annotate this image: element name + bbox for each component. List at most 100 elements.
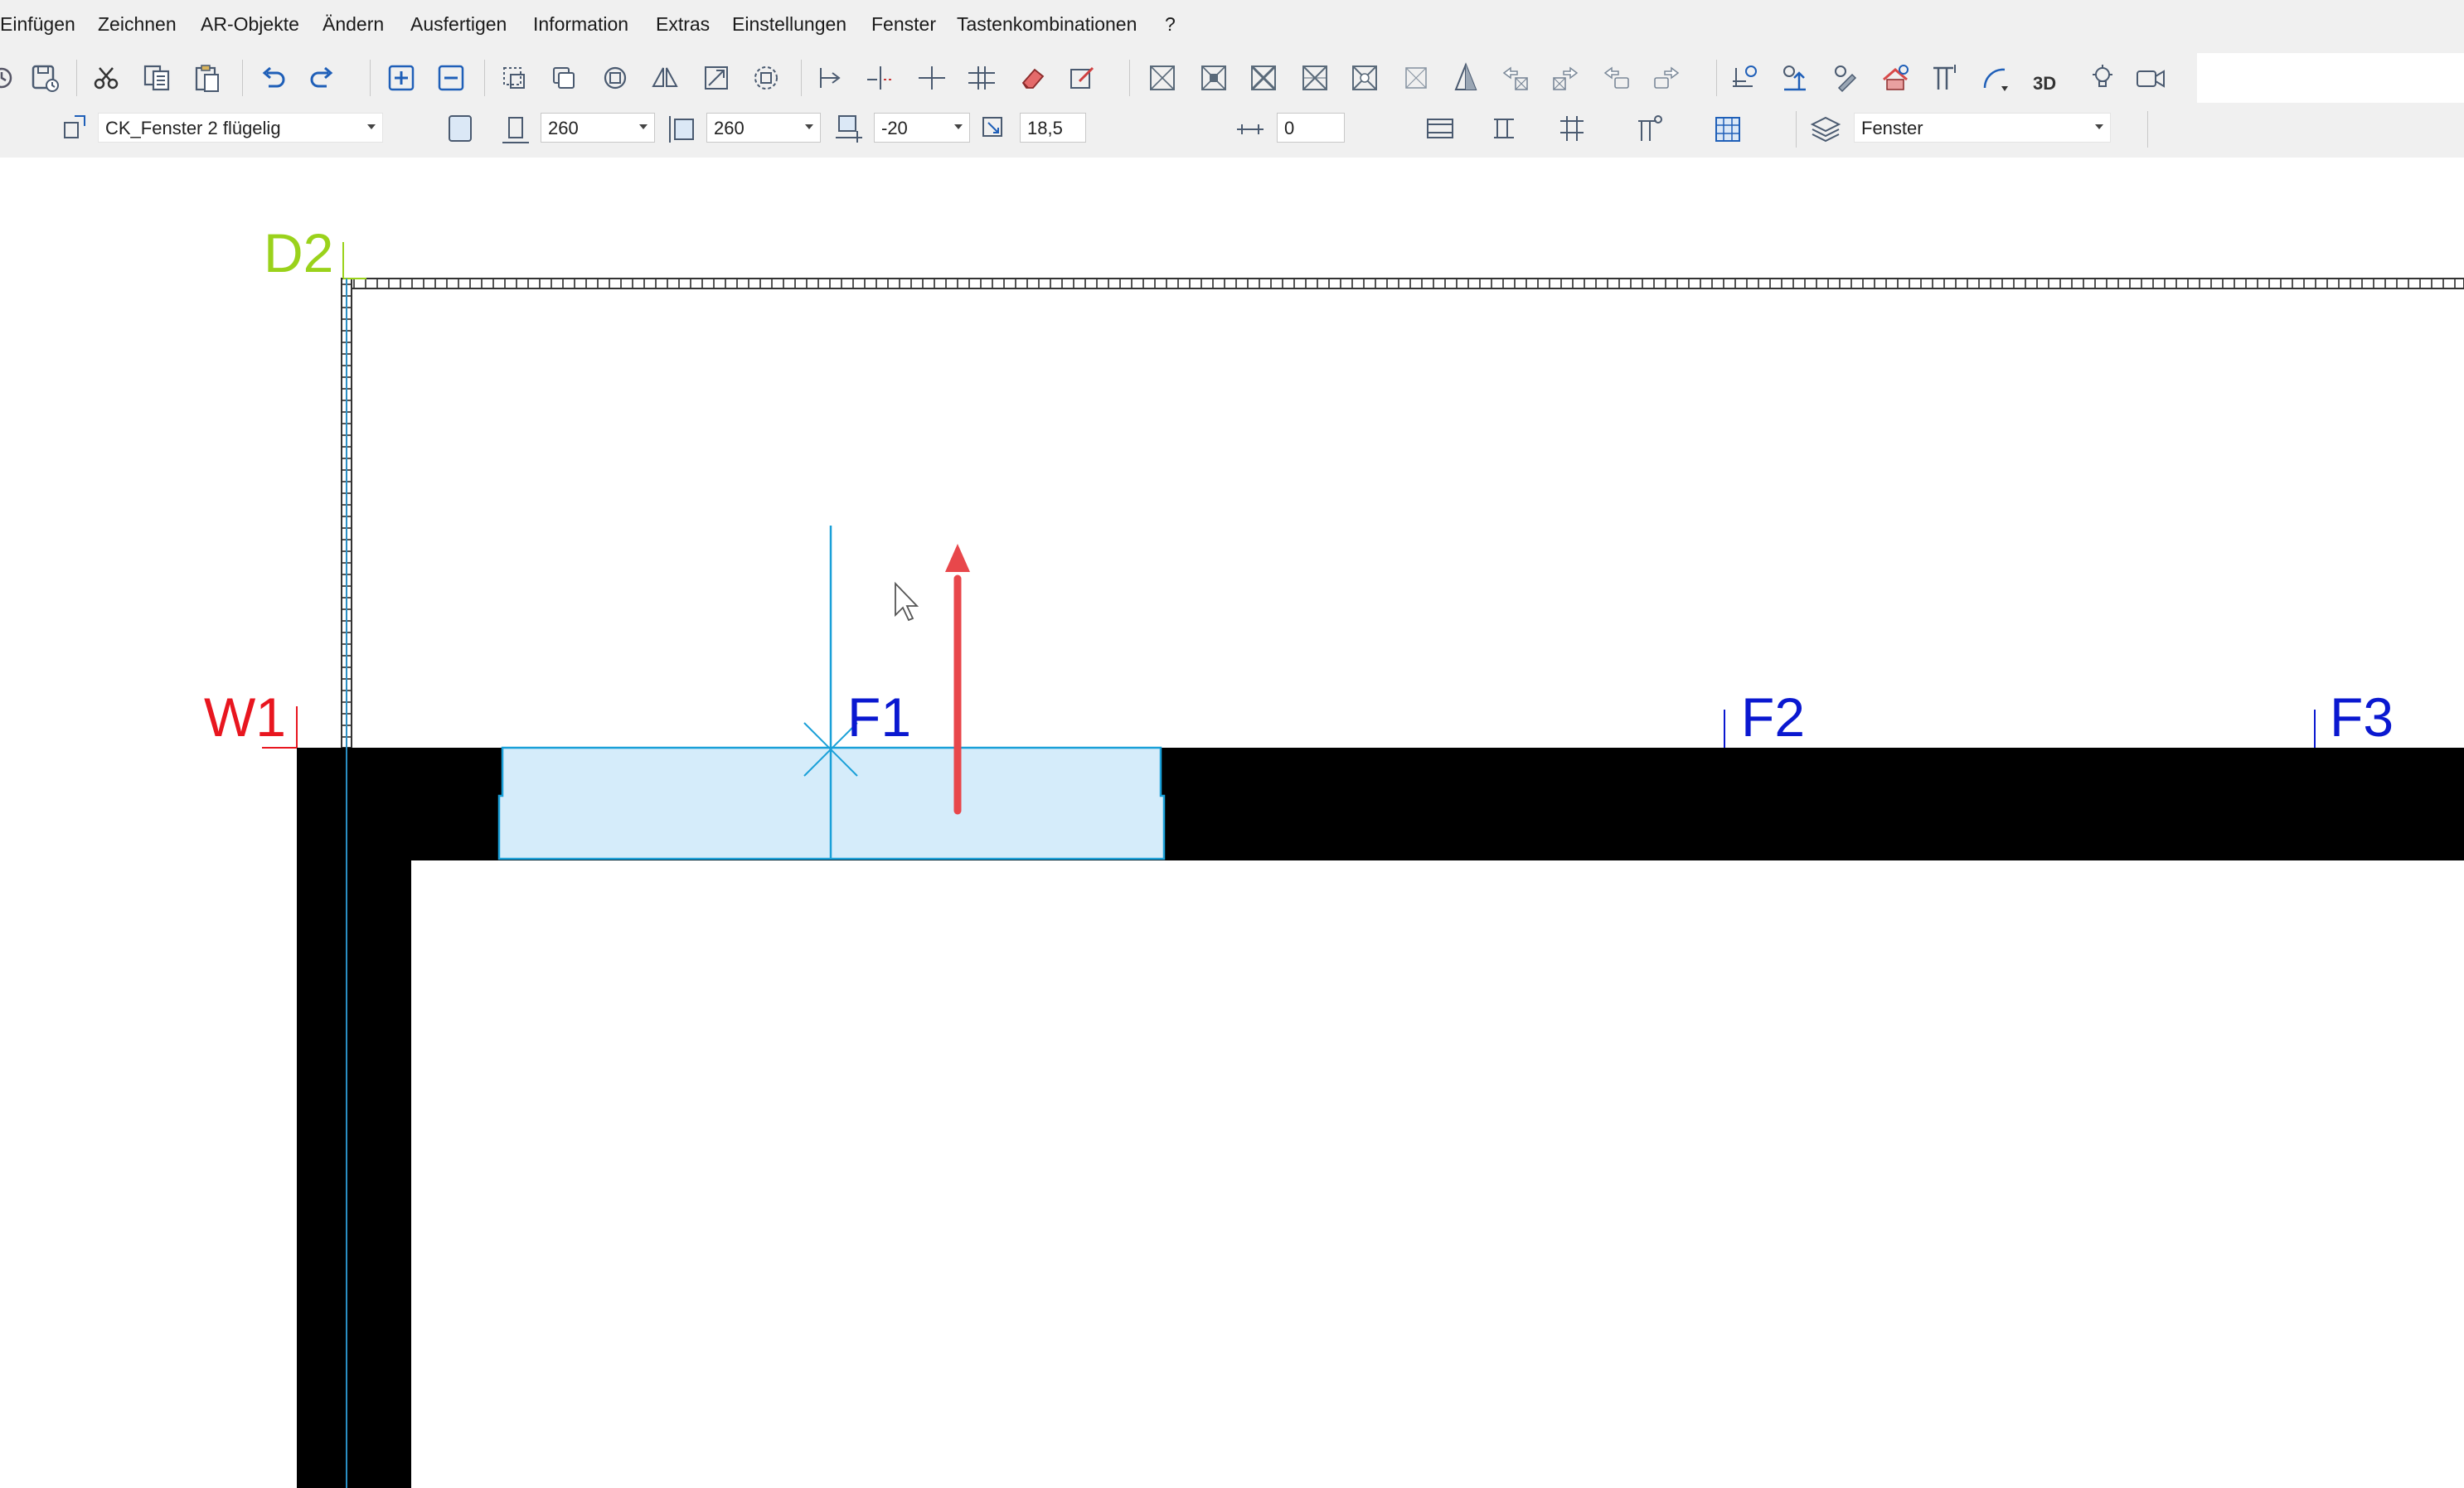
- transform-icon[interactable]: [749, 61, 783, 95]
- zoom-in-icon[interactable]: [385, 61, 418, 95]
- f3-label: F3: [2330, 686, 2394, 748]
- opening-3-icon[interactable]: [1247, 61, 1280, 95]
- redo-icon[interactable]: [305, 61, 338, 95]
- menu-aendern[interactable]: Ändern: [323, 13, 384, 36]
- sill-height-icon[interactable]: [832, 113, 866, 146]
- object-pick-icon[interactable]: [60, 111, 93, 144]
- d2-marker: [342, 242, 366, 279]
- menu-ar-objekte[interactable]: AR-Objekte: [201, 13, 299, 36]
- paste-icon[interactable]: [191, 61, 224, 95]
- menu-fenster[interactable]: Fenster: [871, 13, 936, 36]
- mirror-icon[interactable]: [648, 61, 681, 95]
- chevron-down-icon: [805, 124, 813, 129]
- duplicate-icon[interactable]: [547, 61, 580, 95]
- move-right-icon[interactable]: [1650, 61, 1683, 95]
- d2-label: D2: [264, 222, 334, 284]
- opening-6-icon[interactable]: [1399, 61, 1433, 95]
- offset-icon[interactable]: [1234, 113, 1267, 146]
- history-icon[interactable]: [0, 61, 18, 95]
- offset-icon[interactable]: [965, 61, 998, 95]
- object-name-value: CK_Fenster 2 flügelig: [105, 118, 281, 138]
- arrow-left-icon[interactable]: [1499, 61, 1532, 95]
- arrow-right-icon[interactable]: [1549, 61, 1582, 95]
- depth-icon[interactable]: [978, 113, 1011, 146]
- chevron-down-icon: [954, 124, 963, 129]
- sash-icon[interactable]: [1555, 113, 1589, 146]
- f1-label: F1: [847, 686, 912, 748]
- extend-icon[interactable]: [814, 61, 847, 95]
- chevron-down-icon: [2095, 124, 2103, 129]
- scale-icon[interactable]: [700, 61, 733, 95]
- hardware-icon[interactable]: [1633, 113, 1666, 146]
- layer-select[interactable]: Fenster: [1854, 113, 2111, 143]
- split-icon[interactable]: [915, 61, 948, 95]
- camera-icon[interactable]: [2134, 61, 2167, 95]
- move-left-icon[interactable]: [1600, 61, 1633, 95]
- width-value: 260: [548, 118, 579, 138]
- edit-icon[interactable]: [1066, 61, 1099, 95]
- mouse-cursor-icon: [895, 581, 919, 622]
- sill-value: -20: [881, 118, 908, 138]
- drawing-canvas[interactable]: D2 W1 F1 F2 F3: [0, 158, 2464, 1488]
- menu-information[interactable]: Information: [533, 13, 628, 36]
- sill-field[interactable]: -20: [874, 113, 970, 143]
- f2-label: F2: [1741, 686, 1806, 748]
- menu-einfuegen[interactable]: Einfügen: [0, 13, 75, 36]
- layers-icon[interactable]: [1809, 113, 1842, 146]
- object-name-select[interactable]: CK_Fenster 2 flügelig: [98, 113, 383, 143]
- opening-4-icon[interactable]: [1298, 61, 1331, 95]
- 3d-view-icon[interactable]: 3D: [2028, 61, 2076, 95]
- house-icon[interactable]: [1879, 61, 1912, 95]
- window-type-icon[interactable]: [1424, 113, 1458, 146]
- menu-ausfertigen[interactable]: Ausfertigen: [410, 13, 507, 36]
- menu-help[interactable]: ?: [1165, 13, 1176, 36]
- select-icon[interactable]: [497, 61, 531, 95]
- offset-field[interactable]: 0: [1277, 113, 1345, 143]
- offset-value: 0: [1284, 118, 1295, 138]
- opening-2-icon[interactable]: [1197, 61, 1230, 95]
- menu-einstellungen[interactable]: Einstellungen: [732, 13, 846, 36]
- height-value: 260: [714, 118, 745, 138]
- depth-value: 18,5: [1027, 118, 1063, 138]
- pyramid-icon[interactable]: [1449, 61, 1482, 95]
- properties-toolbar: CK_Fenster 2 flügelig 260 260 -20 18,5 0: [0, 103, 2464, 158]
- undo-icon[interactable]: [257, 61, 290, 95]
- level-icon[interactable]: [1778, 61, 1811, 95]
- save-icon[interactable]: [28, 61, 61, 95]
- frame-icon[interactable]: [444, 113, 478, 146]
- menu-tastenkombinationen[interactable]: Tastenkombinationen: [957, 13, 1137, 36]
- 3d-view-label: 3D: [2033, 73, 2057, 94]
- menu-extras[interactable]: Extras: [656, 13, 710, 36]
- brush-icon[interactable]: [1829, 61, 1862, 95]
- w1-label: W1: [204, 686, 286, 748]
- main-toolbar: 3D: [0, 53, 2197, 103]
- light-icon[interactable]: [2086, 61, 2119, 95]
- grid-icon[interactable]: [1711, 113, 1744, 146]
- rotate-icon[interactable]: [599, 61, 632, 95]
- width-field[interactable]: 260: [541, 113, 655, 143]
- chevron-down-icon: [367, 124, 376, 129]
- opening-1-icon[interactable]: [1146, 61, 1179, 95]
- arc-icon[interactable]: [1980, 61, 2013, 95]
- height-field[interactable]: 260: [706, 113, 821, 143]
- layer-value: Fenster: [1861, 118, 1923, 138]
- trim-icon[interactable]: [864, 61, 897, 95]
- copy-icon[interactable]: [141, 61, 174, 95]
- depth-field[interactable]: 18,5: [1020, 113, 1086, 143]
- wall-left[interactable]: [297, 748, 411, 1488]
- height-icon[interactable]: [667, 113, 700, 146]
- menu-bar: Einfügen Zeichnen AR-Objekte Ändern Ausf…: [0, 0, 2464, 53]
- cut-icon[interactable]: [90, 61, 123, 95]
- floor-plan: [262, 242, 2464, 1488]
- opening-5-icon[interactable]: [1348, 61, 1381, 95]
- zoom-out-icon[interactable]: [434, 61, 468, 95]
- menu-zeichnen[interactable]: Zeichnen: [98, 13, 177, 36]
- window-f1[interactable]: [497, 526, 1166, 860]
- layer-modify-icon[interactable]: [1728, 61, 1761, 95]
- column-icon[interactable]: [1928, 61, 1962, 95]
- eraser-icon[interactable]: [1016, 61, 1050, 95]
- chevron-down-icon: [639, 124, 648, 129]
- width-icon[interactable]: [499, 113, 532, 146]
- d2-wall-outline: [341, 278, 2464, 749]
- frame-profile-icon[interactable]: [1489, 113, 1522, 146]
